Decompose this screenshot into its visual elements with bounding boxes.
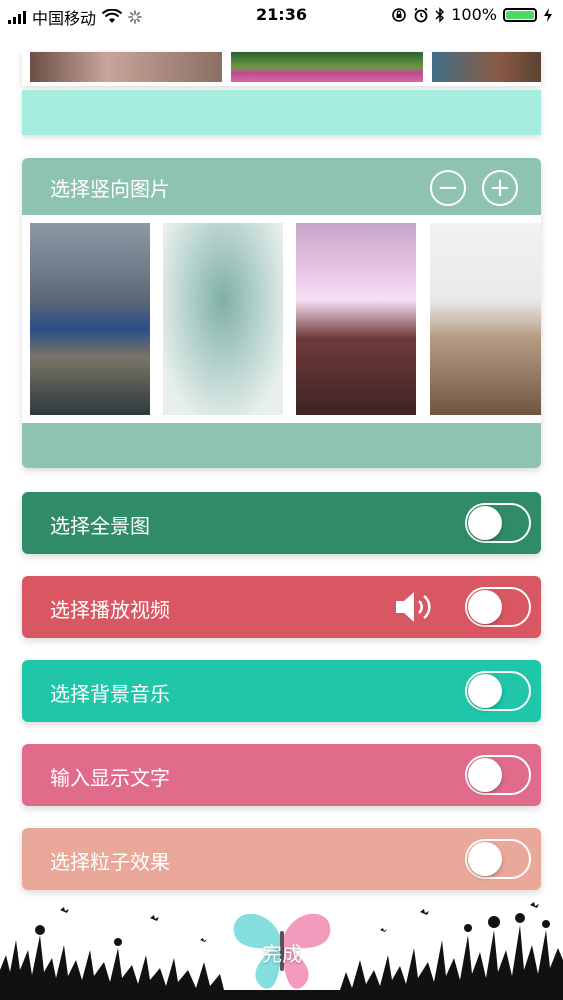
text-row: 输入显示文字 bbox=[22, 744, 541, 806]
alarm-icon bbox=[414, 7, 428, 22]
vertical-photo-boardwalk[interactable] bbox=[430, 223, 541, 415]
particle-label: 选择粒子效果 bbox=[50, 850, 170, 874]
horizontal-photo-2[interactable] bbox=[231, 52, 423, 82]
bluetooth-icon bbox=[435, 6, 445, 23]
status-bar: 中国移动 21:36 100% bbox=[0, 0, 563, 30]
video-label: 选择播放视频 bbox=[50, 598, 170, 622]
horizontal-photo-3[interactable] bbox=[432, 52, 541, 82]
battery-icon bbox=[503, 7, 537, 22]
speaker-icon[interactable] bbox=[394, 590, 434, 624]
vertical-section-header: 选择竖向图片 − + bbox=[22, 158, 541, 215]
particle-toggle[interactable] bbox=[465, 839, 531, 879]
minus-icon: − bbox=[437, 173, 459, 203]
vertical-image-gallery[interactable] bbox=[22, 215, 541, 423]
panorama-label: 选择全景图 bbox=[50, 514, 150, 538]
music-row: 选择背景音乐 bbox=[22, 660, 541, 722]
add-image-button[interactable]: + bbox=[482, 170, 518, 206]
vertical-photo-church[interactable] bbox=[296, 223, 416, 415]
rotation-lock-icon bbox=[392, 7, 407, 22]
music-toggle[interactable] bbox=[465, 671, 531, 711]
panorama-row: 选择全景图 bbox=[22, 492, 541, 554]
particle-row: 选择粒子效果 bbox=[22, 828, 541, 890]
vertical-image-section: 选择竖向图片 − + bbox=[22, 158, 541, 468]
horizontal-photo-1[interactable] bbox=[30, 52, 222, 82]
text-label: 输入显示文字 bbox=[50, 766, 170, 790]
battery-percent: 100% bbox=[451, 5, 497, 24]
music-label: 选择背景音乐 bbox=[50, 682, 170, 706]
vertical-section-title: 选择竖向图片 bbox=[50, 177, 170, 201]
horizontal-image-strip bbox=[22, 52, 541, 86]
text-toggle[interactable] bbox=[465, 755, 531, 795]
vertical-photo-tower-bridge[interactable] bbox=[30, 223, 150, 415]
done-button-label[interactable]: 完成 bbox=[226, 938, 338, 967]
video-toggle[interactable] bbox=[465, 587, 531, 627]
panorama-toggle[interactable] bbox=[465, 503, 531, 543]
charging-bolt-icon bbox=[544, 7, 552, 22]
plus-icon: + bbox=[489, 173, 511, 203]
video-row: 选择播放视频 bbox=[22, 576, 541, 638]
vertical-photo-statue-of-liberty[interactable] bbox=[163, 223, 283, 415]
horizontal-section-footer bbox=[22, 90, 541, 135]
remove-image-button[interactable]: − bbox=[430, 170, 466, 206]
